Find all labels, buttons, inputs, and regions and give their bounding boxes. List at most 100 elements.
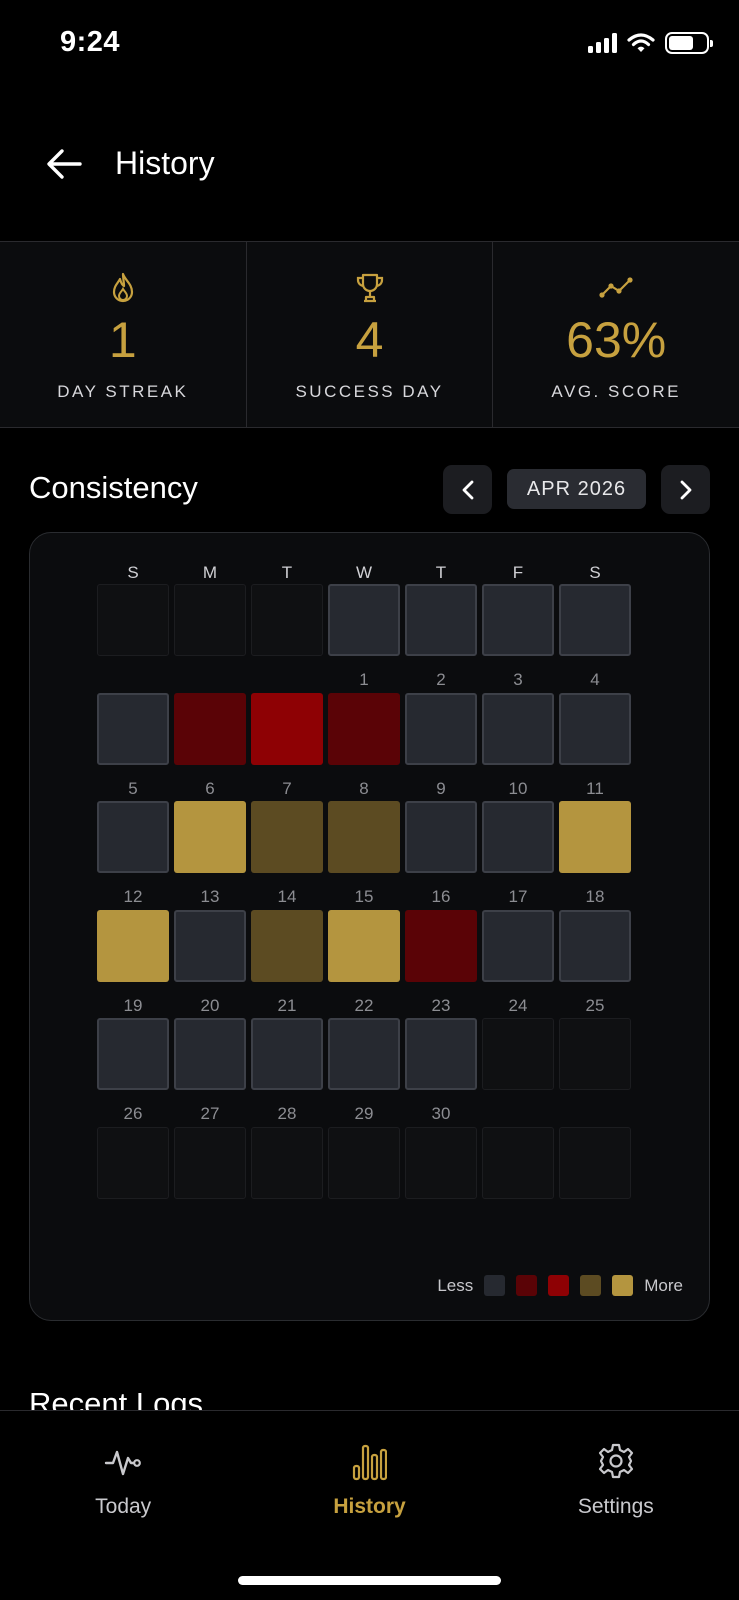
calendar-day-cell[interactable] [405, 693, 477, 765]
calendar-day-number: 9 [436, 779, 446, 798]
calendar-day-cell[interactable] [482, 910, 554, 982]
calendar-day-cell[interactable] [97, 1018, 169, 1090]
gear-icon [598, 1443, 633, 1479]
legend-swatch-level-1 [516, 1275, 538, 1296]
stat-value: 63% [566, 312, 667, 368]
battery-icon [665, 32, 713, 54]
tab-today[interactable]: Today [0, 1411, 246, 1600]
tab-settings[interactable]: Settings [493, 1411, 739, 1600]
legend-less-label: Less [437, 1275, 474, 1295]
calendar-day-number: 28 [277, 1104, 297, 1123]
calendar-day-number: 22 [354, 996, 374, 1015]
calendar-day-cell[interactable] [559, 910, 631, 982]
calendar-day-cell[interactable] [482, 584, 554, 656]
calendar-empty-cell [405, 1127, 477, 1199]
calendar-day-number: 3 [513, 670, 523, 689]
weekday-header: S [127, 563, 139, 582]
calendar-day-cell[interactable] [97, 801, 169, 873]
stat-label: DAY STREAK [57, 382, 189, 401]
legend-swatch-level-0 [484, 1275, 506, 1296]
prev-month-button[interactable] [443, 465, 492, 514]
calendar-day-number: 18 [585, 887, 605, 906]
consistency-calendar: Less More S M T W T F S 1 2 3 4 5 6 7 8 9 10 11 12 13 14 15 16… [29, 532, 710, 1321]
tab-history[interactable]: History [246, 1411, 492, 1600]
calendar-day-cell[interactable] [405, 584, 477, 656]
calendar-day-number: 15 [354, 887, 374, 906]
legend-swatch-level-2 [548, 1275, 570, 1296]
legend-swatch-level-3 [580, 1275, 602, 1296]
back-button[interactable] [40, 140, 88, 188]
calendar-day-cell[interactable] [559, 693, 631, 765]
calendar-day-cell[interactable] [328, 1018, 400, 1090]
calendar-day-cell[interactable] [328, 910, 400, 982]
calendar-day-number: 17 [508, 887, 528, 906]
calendar-day-cell[interactable] [328, 584, 400, 656]
calendar-day-number: 2 [436, 670, 446, 689]
calendar-day-number: 8 [359, 779, 369, 798]
calendar-day-cell[interactable] [174, 1018, 246, 1090]
calendar-day-number: 25 [585, 996, 605, 1015]
calendar-day-cell[interactable] [405, 910, 477, 982]
header: History [0, 120, 739, 210]
status-icons [588, 32, 713, 54]
stats-row: 1 DAY STREAK 4 SUCCESS DAY 63% AVG. SCOR… [0, 241, 739, 428]
calendar-day-cell[interactable] [174, 910, 246, 982]
calendar-empty-cell [174, 1127, 246, 1199]
month-label[interactable]: APR 2026 [507, 469, 646, 509]
calendar-day-cell[interactable] [482, 801, 554, 873]
stat-value: 4 [355, 312, 384, 368]
flame-icon [112, 272, 133, 303]
calendar-day-cell[interactable] [482, 693, 554, 765]
calendar-day-cell[interactable] [251, 801, 323, 873]
calendar-day-cell[interactable] [174, 693, 246, 765]
calendar-day-cell[interactable] [251, 693, 323, 765]
stat-value: 1 [108, 312, 137, 368]
stat-success-day: 4 SUCCESS DAY [247, 242, 494, 427]
weekday-header: T [281, 563, 293, 582]
calendar-day-number: 11 [586, 779, 604, 798]
pulse-icon [104, 1450, 142, 1476]
calendar-legend: Less More [437, 1275, 683, 1296]
calendar-day-cell[interactable] [559, 801, 631, 873]
calendar-day-number: 10 [508, 779, 528, 798]
tab-label: History [333, 1495, 406, 1518]
tab-bar: Today History Settings [0, 1410, 739, 1600]
page-title: History [115, 145, 215, 181]
weekday-header: M [202, 563, 218, 582]
stat-label: SUCCESS DAY [295, 382, 444, 401]
calendar-day-cell[interactable] [328, 693, 400, 765]
stat-day-streak: 1 DAY STREAK [0, 242, 247, 427]
next-month-button[interactable] [661, 465, 710, 514]
calendar-day-number: 20 [200, 996, 220, 1015]
calendar-day-cell[interactable] [174, 801, 246, 873]
calendar-day-number: 19 [123, 996, 143, 1015]
wifi-icon [627, 33, 655, 52]
trophy-icon [356, 273, 383, 303]
calendar-empty-cell [251, 584, 323, 656]
weekday-header: S [589, 563, 601, 582]
stat-avg-score: 63% AVG. SCORE [493, 242, 739, 427]
arrow-left-icon [47, 149, 82, 179]
calendar-day-cell[interactable] [405, 801, 477, 873]
calendar-day-cell[interactable] [405, 1018, 477, 1090]
section-title-consistency: Consistency [29, 470, 198, 505]
calendar-day-cell[interactable] [97, 693, 169, 765]
calendar-day-cell[interactable] [328, 801, 400, 873]
calendar-day-number: 29 [354, 1104, 374, 1123]
calendar-day-number: 30 [431, 1104, 451, 1123]
calendar-empty-cell [482, 1018, 554, 1090]
calendar-day-number: 27 [200, 1104, 220, 1123]
calendar-day-cell[interactable] [251, 1018, 323, 1090]
calendar-day-cell[interactable] [559, 584, 631, 656]
calendar-day-number: 16 [431, 887, 451, 906]
legend-swatch-level-4 [612, 1275, 634, 1296]
weekday-header: W [355, 563, 373, 582]
tab-label: Today [95, 1495, 152, 1518]
calendar-empty-cell [328, 1127, 400, 1199]
calendar-day-number: 23 [431, 996, 451, 1015]
calendar-empty-cell [559, 1018, 631, 1090]
chevron-left-icon [462, 480, 473, 499]
calendar-day-cell[interactable] [251, 910, 323, 982]
calendar-day-number: 1 [359, 670, 369, 689]
calendar-day-cell[interactable] [97, 910, 169, 982]
